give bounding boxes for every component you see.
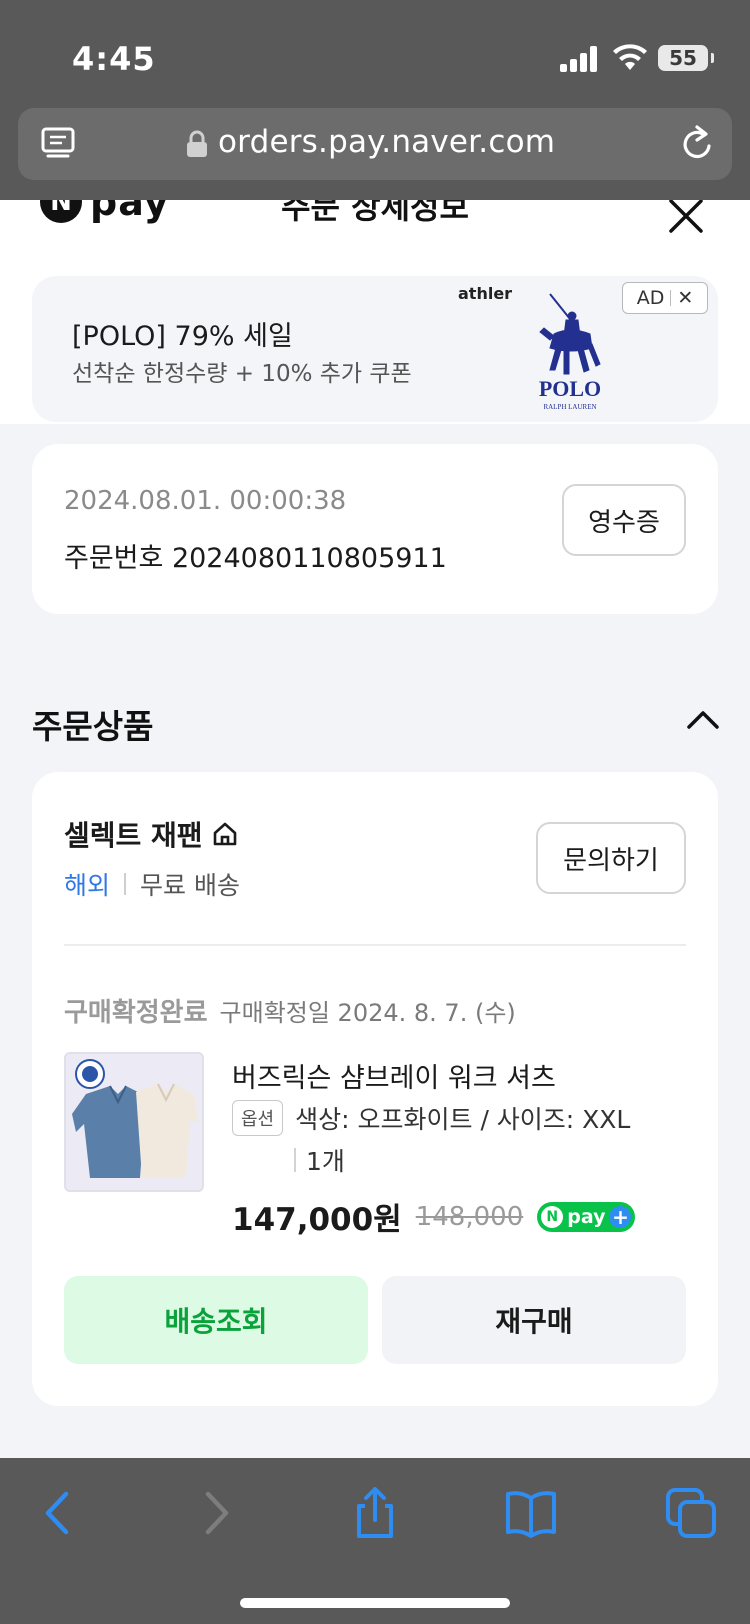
ad-badge-divider: [670, 290, 672, 306]
polo-logo: POLO RALPH LAUREN: [539, 293, 601, 411]
reload-icon[interactable]: [678, 124, 716, 164]
ad-close-icon[interactable]: ✕: [677, 287, 693, 309]
share-icon[interactable]: [348, 1486, 402, 1540]
price-current: 147,000원: [232, 1202, 402, 1238]
status-time: 4:45: [72, 40, 156, 78]
lock-icon: [187, 130, 207, 157]
battery-indicator: 55: [658, 45, 714, 71]
forward-icon[interactable]: [190, 1486, 244, 1540]
card-divider: [64, 944, 686, 946]
order-info-card: 2024.08.01. 00:00:38 주문번호 20240801108059…: [32, 444, 718, 614]
bookmarks-icon[interactable]: [504, 1486, 558, 1540]
product-card: 셀렉트 재팬 해외 무료 배송 문의하기 구매확정완료 구매확정일 2024. …: [32, 772, 718, 1406]
quantity: 1개: [306, 1147, 345, 1176]
reader-mode-icon[interactable]: [40, 126, 76, 162]
order-date: 2024.08.01. 00:00:38: [64, 486, 347, 516]
back-icon[interactable]: [30, 1486, 84, 1540]
ad-badge-label: AD: [636, 287, 665, 309]
track-delivery-button[interactable]: 배송조회: [64, 1276, 368, 1364]
price-original: 148,000: [415, 1201, 524, 1232]
receipt-button[interactable]: 영수증: [562, 484, 686, 556]
store-name-label: 셀렉트 재팬: [64, 819, 203, 852]
tag-free-shipping: 무료 배송: [140, 871, 240, 900]
address-bar[interactable]: orders.pay.naver.com: [18, 108, 732, 180]
status-bar: 4:45 55: [0, 0, 750, 100]
npay-plus-badge: N pay +: [537, 1201, 636, 1232]
cellular-signal-icon: [560, 44, 600, 72]
ad-badge[interactable]: AD ✕: [622, 282, 708, 314]
polo-logo-subtext: RALPH LAUREN: [543, 403, 596, 411]
order-number: 주문번호 2024080110805911: [64, 543, 447, 574]
tabs-icon[interactable]: [664, 1486, 718, 1540]
tag-overseas: 해외: [64, 871, 111, 900]
page-title: 주문 상세정보: [281, 200, 469, 226]
option-value: 색상: 오프화이트 / 사이즈: XXL: [295, 1105, 631, 1134]
ad-title: [POLO] 79% 세일: [72, 321, 293, 352]
price-row: 147,000원 148,000 N pay +: [232, 1194, 636, 1239]
product-image[interactable]: [64, 1052, 204, 1192]
purchase-status: 구매확정완료 구매확정일 2024. 8. 7. (수): [64, 992, 516, 1029]
wifi-icon: [613, 44, 647, 70]
option-row: 옵션 색상: 오프화이트 / 사이즈: XXL: [232, 1100, 630, 1136]
option-tag: 옵션: [232, 1100, 284, 1136]
polo-logo-text: POLO: [539, 376, 601, 401]
home-icon: [213, 822, 236, 846]
ad-banner[interactable]: [POLO] 79% 세일 선착순 한정수량 + 10% 추가 쿠폰 athle…: [32, 276, 718, 422]
npay-plus-badge-n: N: [541, 1205, 564, 1228]
product-image-art: [66, 1054, 202, 1190]
status-date: 구매확정일 2024. 8. 7. (수): [219, 999, 516, 1027]
rebuy-button[interactable]: 재구매: [382, 1276, 686, 1364]
close-icon[interactable]: [666, 200, 706, 236]
chevron-up-icon[interactable]: [686, 708, 720, 730]
quantity-divider: [294, 1148, 296, 1172]
ad-subtitle: 선착순 한정수량 + 10% 추가 쿠폰: [72, 361, 412, 387]
store-meta: 해외 무료 배송: [64, 866, 240, 902]
store-name[interactable]: 셀렉트 재팬: [64, 814, 239, 854]
page-header: N pay 주문 상세정보: [0, 200, 750, 264]
quantity-row: 1개: [294, 1142, 345, 1178]
product-name[interactable]: 버즈릭슨 샴브레이 워크 셔츠: [232, 1056, 556, 1095]
status-label: 구매확정완료: [64, 998, 208, 1028]
home-indicator[interactable]: [240, 1598, 510, 1608]
url-text: orders.pay.naver.com: [218, 124, 556, 160]
meta-divider: [124, 873, 127, 895]
npay-plus-badge-word: pay: [567, 1205, 606, 1228]
browser-chrome-top: 4:45 55 orders.pay.naver.com: [0, 0, 750, 200]
inquiry-button[interactable]: 문의하기: [536, 822, 686, 894]
npay-plus-badge-plus: +: [609, 1205, 632, 1229]
section-title-ordered-items: 주문상품: [32, 707, 154, 746]
ad-brand-label: athler: [458, 284, 513, 303]
